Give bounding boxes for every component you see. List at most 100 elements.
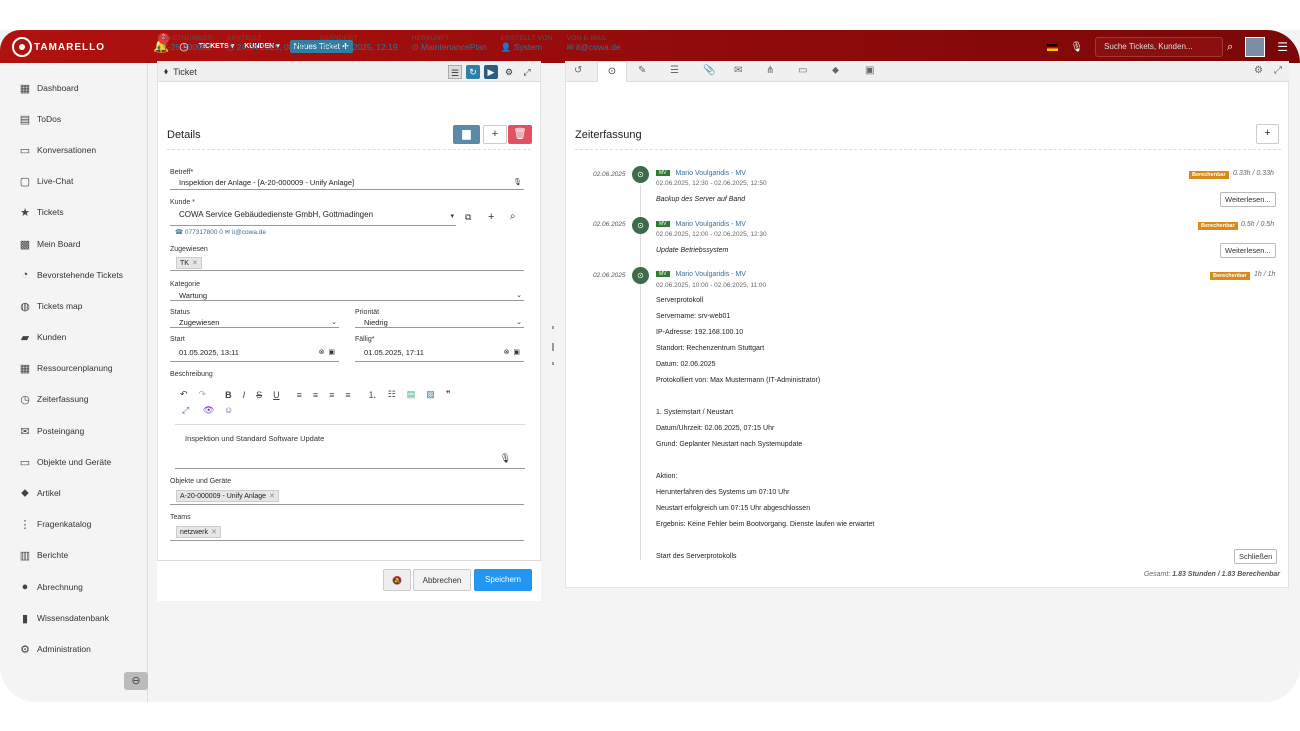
betreff-input[interactable]: Inspektion der Anlage - [A-20-000009 - U… — [170, 178, 524, 190]
add-button[interactable]: + — [483, 125, 507, 144]
sidebar-item-zeiterfassung[interactable]: ◷ Zeiterfassung — [0, 384, 147, 415]
tab-paperclip-icon[interactable]: 📎 — [703, 65, 715, 76]
sidebar-item-tickets[interactable]: ★ Tickets — [0, 197, 147, 228]
sidebar-item-fragenkatalog[interactable]: ⋮ Fragenkatalog — [0, 509, 147, 540]
remove-chip-icon[interactable]: ✕ — [192, 260, 198, 267]
bullet-list-icon[interactable]: ☷ — [388, 389, 396, 400]
entry-user[interactable]: MV Mario Voulgaridis - MV — [656, 221, 746, 228]
chart-icon-button[interactable]: ▆ — [453, 125, 480, 144]
kunde-select[interactable]: COWA Service Gebäudedienste GmbH, Gottma… — [170, 210, 456, 226]
sidebar-item-live-chat[interactable]: ▢ Live-Chat — [0, 166, 147, 197]
redo-icon[interactable]: ↷ — [199, 389, 207, 400]
start-datetime-input[interactable]: 01.05.2025, 13:11 ⊗ ▣ — [170, 348, 339, 362]
assignee-chip[interactable]: TK ✕ — [176, 257, 202, 269]
sliders-icon[interactable]: ☰ — [448, 65, 462, 79]
user-avatar[interactable] — [1245, 37, 1266, 57]
gear-icon[interactable]: ⚙ — [1254, 65, 1263, 76]
sidebar-item-mein-board[interactable]: ▩ Mein Board — [0, 228, 147, 259]
customer-contact[interactable]: ☎ 077317800 0 ✉ it@cowa.de — [175, 228, 266, 236]
gear-icon[interactable]: ⚙ — [502, 65, 516, 79]
kategorie-select[interactable]: Wartung ⌄ — [170, 291, 524, 301]
prioritaet-select[interactable]: Niedrig ⌄ — [355, 318, 524, 328]
meta-von-email[interactable]: VON E-MAIL ✉ it@cowa.de — [567, 35, 621, 53]
microphone-icon[interactable]: 🎙 — [513, 178, 522, 186]
tab-sitemap-icon[interactable]: ⋔ — [766, 65, 774, 76]
tab-envelope-icon[interactable]: ✉ — [734, 65, 742, 76]
zugewiesen-tags[interactable]: TK ✕ — [170, 255, 524, 271]
read-more-button[interactable]: Weiterlesen... — [1220, 192, 1276, 207]
preview-eye-icon[interactable]: 👁 — [203, 405, 214, 416]
microphone-icon[interactable]: 🎙 — [1070, 42, 1083, 53]
search-customer-icon[interactable]: ⌕ — [510, 211, 516, 222]
expand-icon[interactable]: ⤢ — [520, 65, 534, 79]
entry-user[interactable]: MV Mario Voulgaridis - MV — [656, 170, 746, 177]
read-more-button[interactable]: Weiterlesen... — [1220, 243, 1276, 258]
object-chip[interactable]: A-20-000009 - Unify Anlage ✕ — [176, 490, 279, 502]
disabled-bell-icon[interactable]: 🔕 — [383, 569, 411, 591]
remove-chip-icon[interactable]: ✕ — [211, 529, 217, 536]
align-center-icon[interactable]: ≡ — [313, 390, 318, 400]
faellig-datetime-input[interactable]: 01.05.2025, 17:11 ⊗ ▣ — [355, 348, 524, 362]
sidebar-item-abrechnung[interactable]: ● Abrechnung — [0, 571, 147, 602]
quote-icon[interactable]: ❞ — [446, 389, 451, 400]
sidebar-item-wissensdatenbank[interactable]: ▮ Wissensdatenbank — [0, 602, 147, 633]
underline-icon[interactable]: U — [273, 390, 280, 400]
add-time-entry-button[interactable]: + — [1256, 124, 1279, 144]
play-icon[interactable]: ▶ — [484, 65, 498, 79]
emoji-icon[interactable]: ☺ — [224, 405, 233, 415]
delete-trash-icon[interactable]: 🗑 — [508, 125, 532, 144]
global-search-input[interactable]: Suche Tickets, Kunden... — [1095, 37, 1224, 57]
sidebar-item-bevorstehende-tickets[interactable]: ◔ Bevorstehende Tickets — [0, 259, 147, 290]
sidebar-item-tickets-map[interactable]: ◍ Tickets map — [0, 290, 147, 321]
expand-icon[interactable]: ⤢ — [1274, 65, 1282, 76]
sidebar-item-dashboard[interactable]: ▦ Dashboard — [0, 72, 147, 103]
teams-tags[interactable]: netzwerk ✕ — [170, 524, 524, 541]
sidebar-item-konversationen[interactable]: ▭ Konversationen — [0, 134, 147, 165]
sidebar-item-administration[interactable]: ⚙ Administration — [0, 633, 147, 664]
file-icon[interactable]: ▤ — [407, 389, 416, 400]
microphone-icon[interactable]: 🎙 — [500, 453, 511, 464]
remove-chip-icon[interactable]: ✕ — [269, 493, 275, 500]
tab-tags-icon[interactable]: ⬥ — [832, 65, 839, 76]
team-chip[interactable]: netzwerk ✕ — [176, 526, 221, 538]
sidebar-item-berichte[interactable]: ▥ Berichte — [0, 540, 147, 571]
close-button[interactable]: Schließen — [1234, 549, 1278, 564]
sidebar-item-todos[interactable]: ▤ ToDos — [0, 103, 147, 134]
tab-briefcase-icon[interactable]: ▣ — [865, 65, 874, 76]
splitter-handle[interactable] — [552, 343, 554, 351]
undo-icon[interactable]: ↶ — [180, 389, 188, 400]
collapse-sidebar-button[interactable]: ⊖ — [124, 672, 148, 690]
align-right-icon[interactable]: ≡ — [329, 390, 334, 400]
align-left-icon[interactable]: ≡ — [297, 390, 302, 400]
bold-icon[interactable]: B — [225, 390, 232, 400]
tab-monitor-icon[interactable]: ▭ — [798, 65, 807, 76]
italic-icon[interactable]: I — [243, 390, 246, 400]
sidebar-item-kunden[interactable]: ▰ Kunden — [0, 322, 147, 353]
cancel-button[interactable]: Abbrechen — [413, 569, 471, 591]
search-icon[interactable]: ⌕ — [1227, 41, 1233, 54]
hamburger-menu-icon[interactable]: ☰ — [1277, 40, 1288, 54]
sidebar-item-objekte-und-ger-te[interactable]: ▭ Objekte und Geräte — [0, 446, 147, 477]
beschreibung-editor[interactable]: Inspektion und Standard Software Update … — [175, 424, 525, 469]
refresh-icon[interactable]: ↻ — [466, 65, 480, 79]
app-logo[interactable]: TAMARELLO — [12, 37, 105, 57]
align-justify-icon[interactable]: ≡ — [345, 390, 350, 400]
image-icon[interactable]: ▨ — [426, 389, 435, 400]
sidebar-item-artikel[interactable]: ⬥ Artikel — [0, 477, 147, 508]
status-select[interactable]: Zugewiesen ⌄ — [170, 318, 339, 328]
tab-edit-icon[interactable]: ✎ — [638, 65, 646, 76]
ordered-list-icon[interactable]: ⒈ — [368, 388, 377, 401]
entry-user[interactable]: MV Mario Voulgaridis - MV — [656, 271, 746, 278]
fullscreen-icon[interactable]: ⤢ — [182, 405, 189, 416]
tab-history-icon[interactable]: ↺ — [574, 65, 582, 76]
german-flag-icon[interactable] — [1047, 43, 1059, 51]
objekte-tags[interactable]: A-20-000009 - Unify Anlage ✕ — [170, 488, 524, 505]
tab-list-icon[interactable]: ☰ — [670, 65, 679, 76]
strikethrough-icon[interactable]: S — [256, 390, 262, 400]
tab-clock-icon[interactable]: ⊙ — [597, 61, 627, 82]
sidebar-item-ressourcenplanung[interactable]: ▦ Ressourcenplanung — [0, 353, 147, 384]
sidebar-item-posteingang[interactable]: ✉ Posteingang — [0, 415, 147, 446]
external-link-icon[interactable]: ⧉ — [465, 212, 471, 223]
add-customer-plus-icon[interactable]: + — [488, 211, 494, 223]
save-button[interactable]: Speichern — [474, 569, 532, 591]
